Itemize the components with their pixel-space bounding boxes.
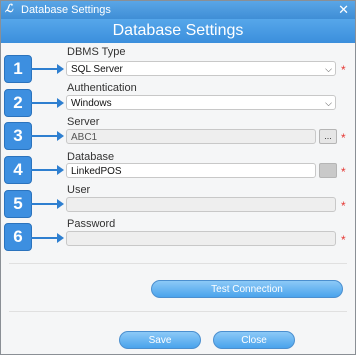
password-input[interactable]	[66, 231, 336, 246]
callout-arrow	[31, 233, 64, 243]
test-connection-button[interactable]: Test Connection	[151, 280, 343, 298]
divider	[9, 263, 347, 264]
close-icon[interactable]: ✕	[338, 2, 349, 17]
title-bar: ℒ Database Settings ✕	[1, 1, 355, 19]
callout-arrow	[31, 165, 64, 175]
required-marker: *	[341, 63, 346, 77]
callout-badge-6: 6	[4, 223, 32, 251]
callout-arrow	[31, 131, 64, 141]
required-marker: *	[341, 165, 346, 179]
dialog-header: Database Settings	[1, 19, 355, 43]
required-marker: *	[341, 131, 346, 145]
callout-badge-5: 5	[4, 190, 32, 218]
divider	[9, 311, 347, 312]
callout-badge-1: 1	[4, 55, 32, 83]
app-icon: ℒ	[5, 3, 13, 15]
authentication-value: Windows	[71, 98, 112, 109]
dbms-type-value: SQL Server	[71, 64, 123, 75]
required-marker: *	[341, 199, 346, 213]
database-settings-window: ℒ Database Settings ✕ Database Settings …	[0, 0, 356, 355]
authentication-select[interactable]: Windows ⌵	[66, 95, 336, 110]
server-value: ABC1	[71, 132, 98, 143]
server-browse-button[interactable]: ...	[319, 129, 337, 144]
callout-badge-3: 3	[4, 122, 32, 150]
dbms-type-select[interactable]: SQL Server ⌵	[66, 61, 336, 76]
required-marker: *	[341, 233, 346, 247]
server-input[interactable]: ABC1	[66, 129, 316, 144]
database-value: LinkedPOS	[71, 166, 122, 177]
dbms-type-label: DBMS Type	[67, 46, 126, 58]
callout-arrow	[31, 199, 64, 209]
save-button[interactable]: Save	[119, 331, 201, 349]
close-button[interactable]: Close	[213, 331, 295, 349]
callout-arrow	[31, 64, 64, 74]
database-input[interactable]: LinkedPOS	[66, 163, 316, 178]
window-title: Database Settings	[21, 4, 111, 16]
database-browse-button[interactable]	[319, 163, 337, 178]
callout-arrow	[31, 98, 64, 108]
callout-badge-4: 4	[4, 156, 32, 184]
chevron-down-icon: ⌵	[325, 64, 332, 74]
chevron-down-icon: ⌵	[325, 98, 332, 108]
database-label: Database	[67, 151, 115, 163]
authentication-label: Authentication	[67, 82, 137, 94]
user-label: User	[67, 184, 91, 196]
user-input[interactable]	[66, 197, 336, 212]
callout-badge-2: 2	[4, 89, 32, 117]
server-label: Server	[67, 116, 100, 128]
password-label: Password	[67, 218, 116, 230]
